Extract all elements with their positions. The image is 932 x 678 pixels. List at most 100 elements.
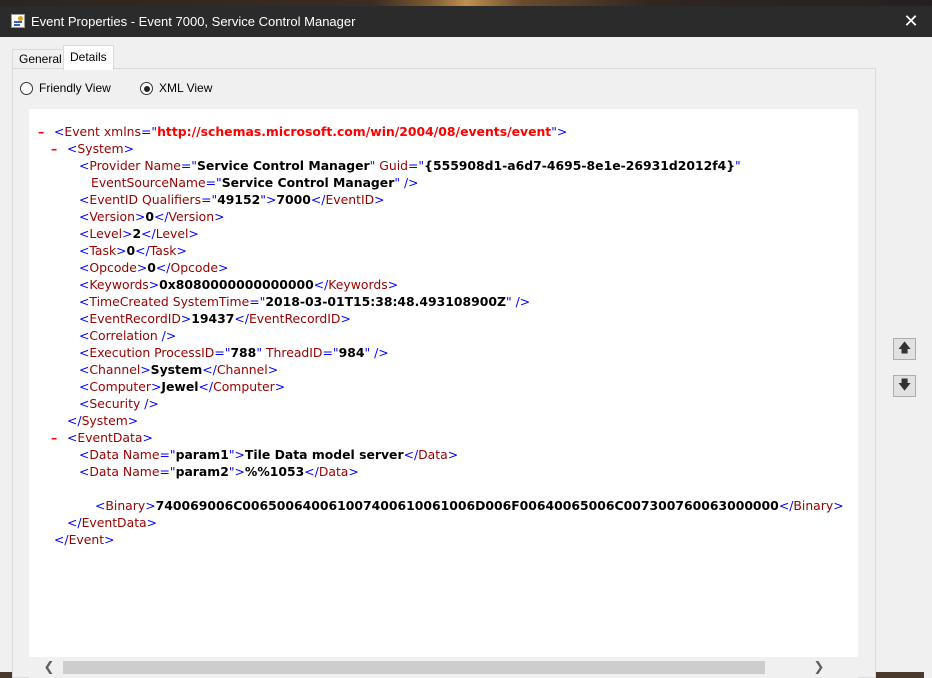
xml-token: <	[79, 362, 90, 377]
xml-token: </	[304, 464, 319, 479]
xml-token: <	[79, 311, 90, 326]
xml-token: <	[79, 379, 90, 394]
xml-token: Tile Data model server	[244, 447, 404, 462]
xml-token: Guid	[379, 158, 409, 173]
xml-token: >	[188, 226, 199, 241]
xml-line-content: <Data Name="param2">%%1053</Data>	[79, 463, 359, 480]
xml-token: Level	[89, 226, 123, 241]
xml-token: >	[348, 464, 359, 479]
scroll-right-arrow-icon[interactable]: ❯	[811, 660, 827, 676]
xml-view-radio[interactable]	[140, 82, 153, 95]
xml-token: >	[148, 277, 160, 292]
xml-token: Task	[149, 243, 177, 258]
xml-line-content: <EventID Qualifiers="49152">7000</EventI…	[79, 191, 385, 208]
xml-token: EventData	[81, 515, 147, 530]
xml-token: Keywords	[89, 277, 149, 292]
xml-token: Event	[68, 532, 105, 547]
xml-token: >	[104, 532, 115, 547]
xml-token: Opcode	[170, 260, 218, 275]
xml-token: ">	[551, 124, 568, 139]
radio-selected-dot	[143, 85, 150, 92]
xml-line-content: <Channel>System</Channel>	[79, 361, 278, 378]
xml-line-content: <Binary>740069006C0065006400610074006100…	[95, 497, 844, 514]
collapse-toggle-icon[interactable]: –	[51, 140, 57, 157]
xml-token: Level	[155, 226, 189, 241]
xml-token: 7000	[276, 192, 311, 207]
xml-token: </	[403, 447, 419, 462]
xml-token: >	[176, 243, 187, 258]
xml-token: Channel	[89, 362, 141, 377]
scroll-left-arrow-icon[interactable]: ❮	[41, 660, 57, 676]
xml-token: >	[142, 430, 153, 445]
xml-token: 2018-03-01T15:38:48.493108900Z	[265, 294, 506, 309]
xml-token: SystemTime	[172, 294, 250, 309]
xml-token: <	[79, 447, 90, 462]
xml-token: <	[79, 294, 90, 309]
tab-general[interactable]: General	[12, 49, 69, 68]
title-bar: Event Properties - Event 7000, Service C…	[0, 6, 932, 37]
xml-token: System	[150, 362, 203, 377]
xml-line-content: <Event xmlns="http://schemas.microsoft.c…	[54, 123, 567, 140]
xml-token: <	[79, 345, 90, 360]
xml-token: >	[151, 379, 162, 394]
horizontal-scrollbar[interactable]: ❮ ❯	[29, 657, 858, 678]
xml-token: 0	[145, 209, 154, 224]
xml-token: System	[77, 141, 124, 156]
xml-token: Version	[168, 209, 215, 224]
tab-details[interactable]: Details	[63, 45, 114, 70]
xml-token: EventRecordID	[89, 311, 181, 326]
xml-token: "	[369, 158, 380, 173]
xml-token: %%1053	[244, 464, 305, 479]
xml-token: {555908d1-a6d7-4695-8e1e-26931d2012f4}	[424, 158, 736, 173]
xml-token: ">	[260, 192, 277, 207]
xml-token: ="	[201, 192, 218, 207]
friendly-view-radio[interactable]	[20, 82, 33, 95]
xml-token: ="	[408, 158, 425, 173]
close-button[interactable]: ✕	[890, 6, 932, 37]
xml-token: Keywords	[328, 277, 388, 292]
xml-token: ">	[228, 464, 245, 479]
xml-token: <	[79, 277, 90, 292]
xml-token: Data	[89, 447, 123, 462]
xml-token: >	[374, 192, 385, 207]
xml-token: 49152	[217, 192, 261, 207]
xml-token: Channel	[216, 362, 268, 377]
xml-line-content: <EventRecordID>19437</EventRecordID>	[79, 310, 351, 327]
xml-token: >	[127, 413, 139, 428]
xml-token: "	[735, 158, 741, 173]
xml-token: </	[67, 515, 82, 530]
xml-line-content: </System>	[67, 412, 138, 429]
arrow-up-icon: 🡅	[897, 341, 912, 356]
xml-line-content: <Keywords>0x8080000000000000</Keywords>	[79, 276, 398, 293]
collapse-toggle-icon[interactable]: –	[38, 123, 44, 140]
xml-token: EventSourceName	[91, 175, 206, 190]
xml-token: </	[155, 260, 171, 275]
xml-token: Version	[89, 209, 135, 224]
xml-line-content: <Provider Name="Service Control Manager"…	[79, 157, 741, 174]
xml-token: >	[217, 260, 229, 275]
xml-token: Computer	[89, 379, 151, 394]
xml-line-content: <TimeCreated SystemTime="2018-03-01T15:3…	[79, 293, 530, 310]
xml-token: >	[146, 515, 158, 530]
xml-token: param2	[175, 464, 229, 479]
xml-token: ThreadID	[265, 345, 323, 360]
previous-event-button[interactable]: 🡅	[893, 338, 916, 360]
xml-token: </	[778, 498, 794, 513]
xml-token: </	[234, 311, 249, 326]
xml-line-content: <Opcode>0</Opcode>	[79, 259, 228, 276]
collapse-toggle-icon[interactable]: –	[51, 429, 57, 446]
xml-token: http://schemas.microsoft.com/win/2004/08…	[157, 124, 552, 139]
xml-token: />	[157, 328, 177, 343]
xml-token: ="	[322, 345, 339, 360]
xml-token: Service Control Manager	[197, 158, 370, 173]
xml-token: >	[833, 498, 844, 513]
xml-token: >	[267, 362, 279, 377]
window-edge	[924, 37, 932, 678]
xml-view-pane[interactable]: – <Event xmlns="http://schemas.microsoft.…	[29, 109, 858, 657]
xml-token: ="	[159, 464, 176, 479]
next-event-button[interactable]: 🡇	[893, 375, 916, 397]
xml-token: ="	[249, 294, 266, 309]
xml-token: >	[340, 311, 351, 326]
xml-token: </	[310, 192, 326, 207]
horizontal-scroll-thumb[interactable]	[63, 661, 765, 674]
